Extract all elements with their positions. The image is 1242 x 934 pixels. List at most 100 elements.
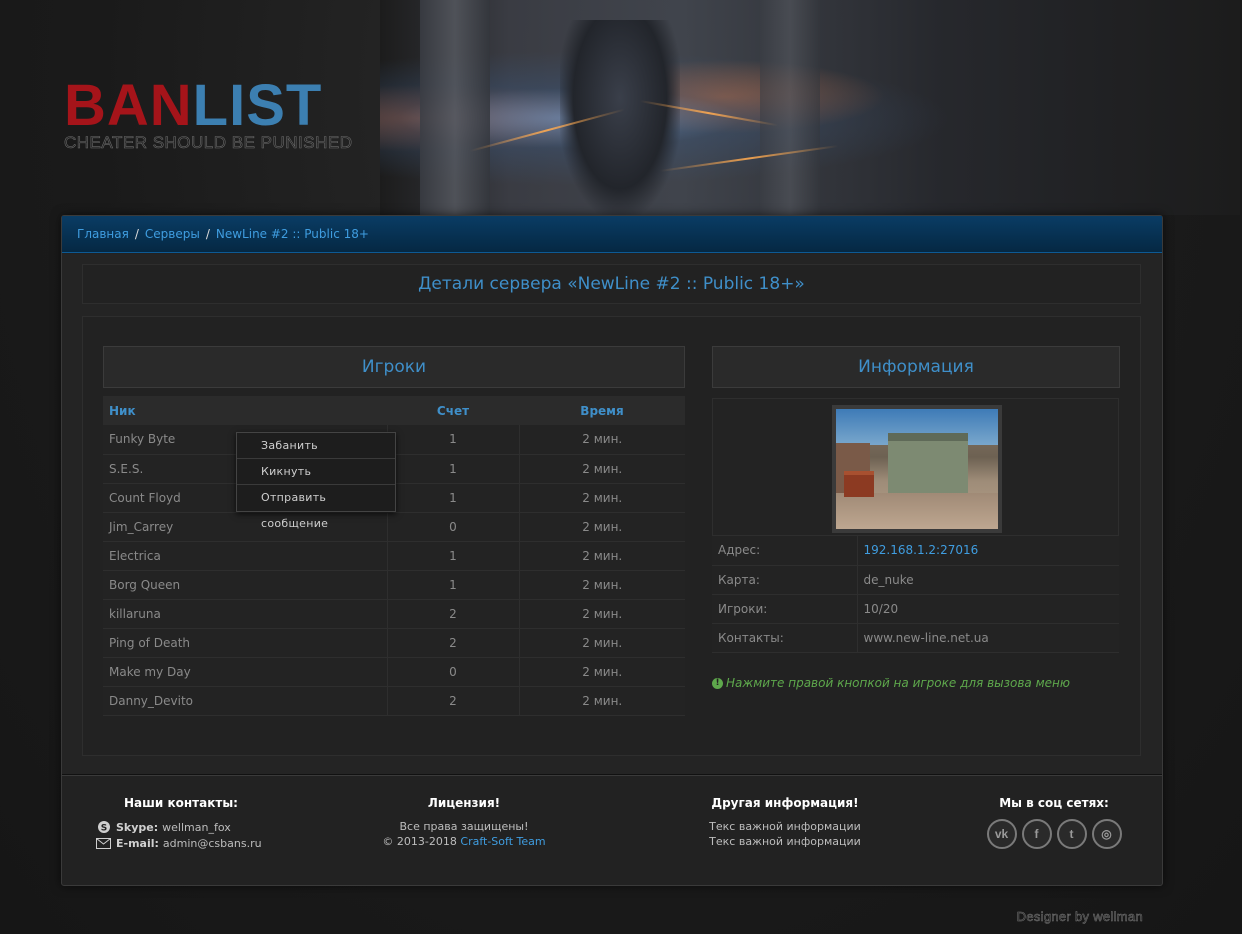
info-key: Карта: — [712, 565, 858, 595]
banner-pillar — [420, 0, 490, 215]
logo-list: LIST — [192, 73, 323, 138]
map-preview-image — [832, 405, 1002, 533]
player-score: 1 — [387, 425, 520, 455]
site-logo[interactable]: BANLIST CHEATER SHOULD BE PUNISHED — [64, 77, 353, 153]
breadcrumb-separator: / — [134, 227, 139, 241]
player-score: 1 — [387, 570, 520, 600]
copyright-years: © 2013-2018 — [382, 835, 457, 848]
player-time: 2 мин. — [519, 570, 685, 600]
breadcrumb-separator: / — [205, 227, 210, 241]
breadcrumb-servers[interactable]: Серверы — [145, 227, 200, 241]
player-score: 2 — [387, 628, 520, 658]
player-nick: Ping of Death — [103, 628, 388, 658]
player-score: 1 — [387, 483, 520, 513]
player-row[interactable]: Danny_Devito 2 2 мин. — [103, 686, 685, 716]
player-row[interactable]: Make my Day 0 2 мин. — [103, 657, 685, 687]
facebook-icon[interactable]: f — [1021, 819, 1052, 849]
player-row[interactable]: Borg Queen 1 2 мин. — [103, 570, 685, 600]
player-score: 2 — [387, 686, 520, 716]
server-info-table: Адрес: 192.168.1.2:27016 Карта: de_nuke … — [712, 536, 1119, 653]
player-time: 2 мин. — [519, 425, 685, 455]
vk-icon[interactable]: vk — [986, 819, 1017, 849]
player-time: 2 мин. — [519, 657, 685, 687]
main-panel: Главная / Серверы / NewLine #2 :: Public… — [61, 215, 1163, 886]
page-title: Детали сервера «NewLine #2 :: Public 18+… — [82, 264, 1141, 304]
skype-icon: S — [96, 821, 111, 834]
craft-soft-link[interactable]: Craft-Soft Team — [460, 835, 545, 848]
info-heading: Информация — [712, 346, 1120, 388]
player-nick: killaruna — [103, 599, 388, 629]
map-preview-frame — [712, 398, 1119, 536]
footer-contacts: Наши контакты: S Skype: wellman_fox E-ma… — [96, 796, 266, 851]
breadcrumb-current: NewLine #2 :: Public 18+ — [215, 227, 369, 241]
column-nick[interactable]: Ник — [103, 396, 387, 425]
footer-social-title: Мы в соц сетях: — [999, 796, 1109, 810]
player-nick: Electrica — [103, 541, 388, 571]
skype-label: Skype: — [116, 820, 159, 834]
player-context-menu: Забанить Кикнуть Отправить сообщение — [236, 432, 396, 530]
player-time: 2 мин. — [519, 454, 685, 484]
site-header: BANLIST CHEATER SHOULD BE PUNISHED — [0, 0, 1242, 215]
players-heading: Игроки — [103, 346, 685, 388]
menu-item-send-message[interactable]: Отправить сообщение — [237, 485, 395, 530]
footer-license: Лицензия! Все права защищены! © 2013-201… — [370, 796, 558, 849]
players-table-header: Ник Счет Время — [103, 396, 685, 425]
info-key: Игроки: — [712, 594, 858, 624]
banner-soldier — [560, 20, 680, 215]
player-time: 2 мин. — [519, 483, 685, 513]
email-value[interactable]: admin@csbans.ru — [163, 837, 262, 850]
player-row[interactable]: Jim_Carrey 0 2 мин. — [103, 512, 685, 542]
logo-ban: BAN — [64, 73, 193, 138]
info-row-map: Карта: de_nuke — [712, 565, 1119, 595]
player-row[interactable]: Electrica 1 2 мин. — [103, 541, 685, 571]
player-row[interactable]: Ping of Death 2 2 мин. — [103, 628, 685, 658]
license-copyright: © 2013-2018 Craft-Soft Team — [370, 834, 558, 849]
info-key: Контакты: — [712, 623, 858, 653]
footer-contacts-title: Наши контакты: — [124, 796, 238, 810]
menu-item-kick[interactable]: Кикнуть — [237, 459, 395, 485]
footer-license-title: Лицензия! — [427, 796, 501, 810]
info-value: www.new-line.net.ua — [857, 623, 1119, 653]
banner-pillar — [760, 0, 820, 215]
hint-text: Нажмите правой кнопкой на игроке для выз… — [726, 676, 1070, 690]
player-time: 2 мин. — [519, 512, 685, 542]
context-menu-hint: ! Нажмите правой кнопкой на игроке для в… — [712, 676, 1070, 690]
info-row-address: Адрес: 192.168.1.2:27016 — [712, 536, 1119, 566]
player-score: 0 — [387, 657, 520, 687]
info-value: 10/20 — [857, 594, 1119, 624]
player-row[interactable]: killaruna 2 2 мин. — [103, 599, 685, 629]
menu-item-ban[interactable]: Забанить — [237, 433, 395, 459]
email-label: E-mail: — [116, 836, 159, 850]
breadcrumb: Главная / Серверы / NewLine #2 :: Public… — [62, 216, 1162, 253]
designer-credit: Designer by wellman — [1016, 909, 1143, 925]
player-nick: Borg Queen — [103, 570, 388, 600]
footer-other-title: Другая информация! — [711, 796, 859, 810]
column-time[interactable]: Время — [519, 396, 685, 425]
player-nick: Jim_Carrey — [103, 512, 388, 542]
player-nick: Make my Day — [103, 657, 388, 687]
info-value: de_nuke — [857, 565, 1119, 595]
player-nick: Danny_Devito — [103, 686, 388, 716]
player-score: 1 — [387, 541, 520, 571]
license-rights: Все права защищены! — [399, 820, 529, 833]
instagram-icon[interactable]: ◎ — [1091, 819, 1122, 849]
twitter-icon[interactable]: t — [1056, 819, 1087, 849]
mail-icon — [96, 837, 111, 850]
info-row-players: Игроки: 10/20 — [712, 594, 1119, 624]
server-address-link[interactable]: 192.168.1.2:27016 — [857, 536, 1119, 566]
player-score: 0 — [387, 512, 520, 542]
player-time: 2 мин. — [519, 628, 685, 658]
social-links: vk f t ◎ — [974, 819, 1134, 849]
player-time: 2 мин. — [519, 686, 685, 716]
player-time: 2 мин. — [519, 599, 685, 629]
player-time: 2 мин. — [519, 541, 685, 571]
player-score: 2 — [387, 599, 520, 629]
info-row-contacts: Контакты: www.new-line.net.ua — [712, 623, 1119, 653]
skype-value: wellman_fox — [162, 820, 231, 834]
exclamation-icon: ! — [712, 677, 723, 689]
footer-other: Другая информация! Текс важной информаци… — [690, 796, 880, 849]
breadcrumb-home[interactable]: Главная — [77, 227, 129, 241]
footer-divider — [62, 774, 1162, 776]
column-score[interactable]: Счет — [387, 396, 519, 425]
info-key: Адрес: — [712, 536, 858, 566]
